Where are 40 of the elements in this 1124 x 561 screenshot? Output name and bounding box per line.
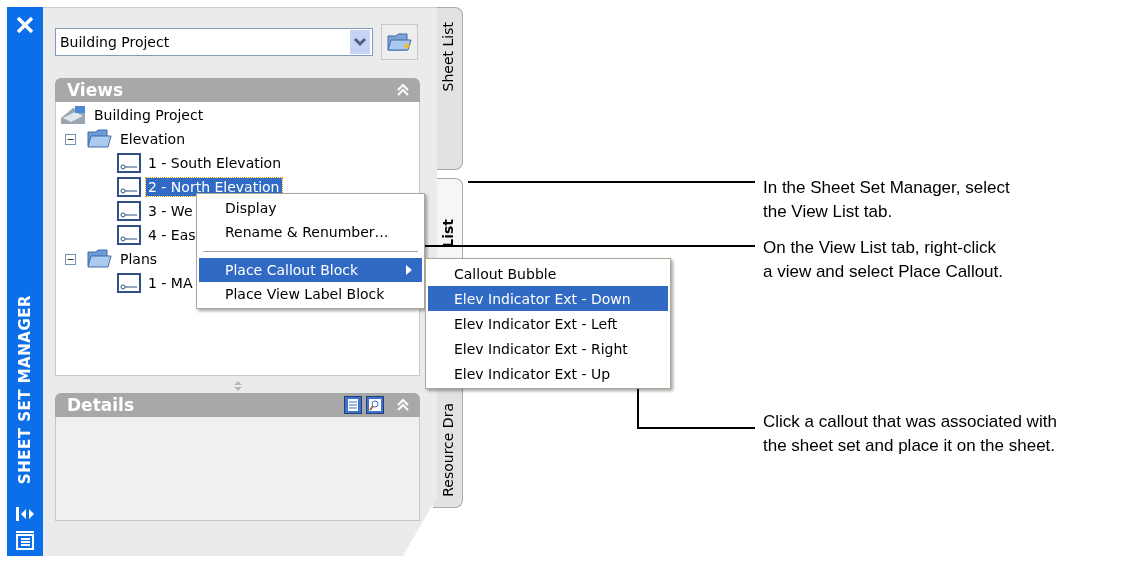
section-title: Views xyxy=(67,80,124,100)
menu-item[interactable]: Elev Indicator Ext - Down xyxy=(428,286,668,311)
menu-item[interactable]: Callout Bubble xyxy=(428,261,668,286)
preview-icon[interactable] xyxy=(366,396,384,414)
annotation-text: In the Sheet Set Manager, select the View List tab. xyxy=(763,177,1010,223)
tree-item[interactable]: 1 - MA xyxy=(146,274,195,292)
menu-item[interactable]: Elev Indicator Ext - Left xyxy=(428,311,668,336)
menu-item[interactable]: Display xyxy=(199,196,422,220)
tree-item[interactable]: Elevation xyxy=(118,130,188,148)
tree-item[interactable]: Building Project xyxy=(92,106,206,124)
menu-item[interactable]: Rename & Renumber… xyxy=(199,220,422,244)
tree-item[interactable]: Plans xyxy=(118,250,160,268)
folder-icon xyxy=(87,249,113,269)
submenu-arrow-icon xyxy=(406,265,412,275)
view-icon xyxy=(117,273,141,293)
view-icon xyxy=(117,177,141,197)
properties-icon[interactable] xyxy=(15,530,35,550)
view-icon xyxy=(117,153,141,173)
annotation-text: Click a callout that was associated with the sheet set and place it on the sheet. xyxy=(763,411,1057,457)
close-icon[interactable] xyxy=(15,15,35,35)
tree-item[interactable]: 4 - Eas xyxy=(146,226,198,244)
view-icon xyxy=(117,201,141,221)
panel-title: SHEET SET MANAGER xyxy=(16,294,34,484)
list-view-icon[interactable] xyxy=(344,396,362,414)
sheet-set-dropdown[interactable]: Building Project xyxy=(55,28,373,56)
collapse-icon[interactable] xyxy=(65,253,76,265)
tree-item[interactable]: 1 - South Elevation xyxy=(146,154,284,172)
tree-item[interactable]: 2 - North Elevation xyxy=(146,178,282,196)
tree-item[interactable]: 3 - We xyxy=(146,202,195,220)
annotation-text: On the View List tab, right-click a view and select Place Callout. xyxy=(763,237,1004,283)
menu-item[interactable]: Place Callout Block xyxy=(199,258,422,282)
auto-hide-icon[interactable] xyxy=(15,506,35,522)
collapse-icon[interactable] xyxy=(65,133,76,145)
section-title: Details xyxy=(67,395,134,415)
folder-icon xyxy=(386,31,413,53)
view-icon xyxy=(117,225,141,245)
folder-icon xyxy=(87,129,113,149)
sheet-set-icon xyxy=(59,104,87,126)
open-folder-button[interactable] xyxy=(381,24,418,60)
menu-item[interactable]: Place View Label Block xyxy=(199,282,422,306)
